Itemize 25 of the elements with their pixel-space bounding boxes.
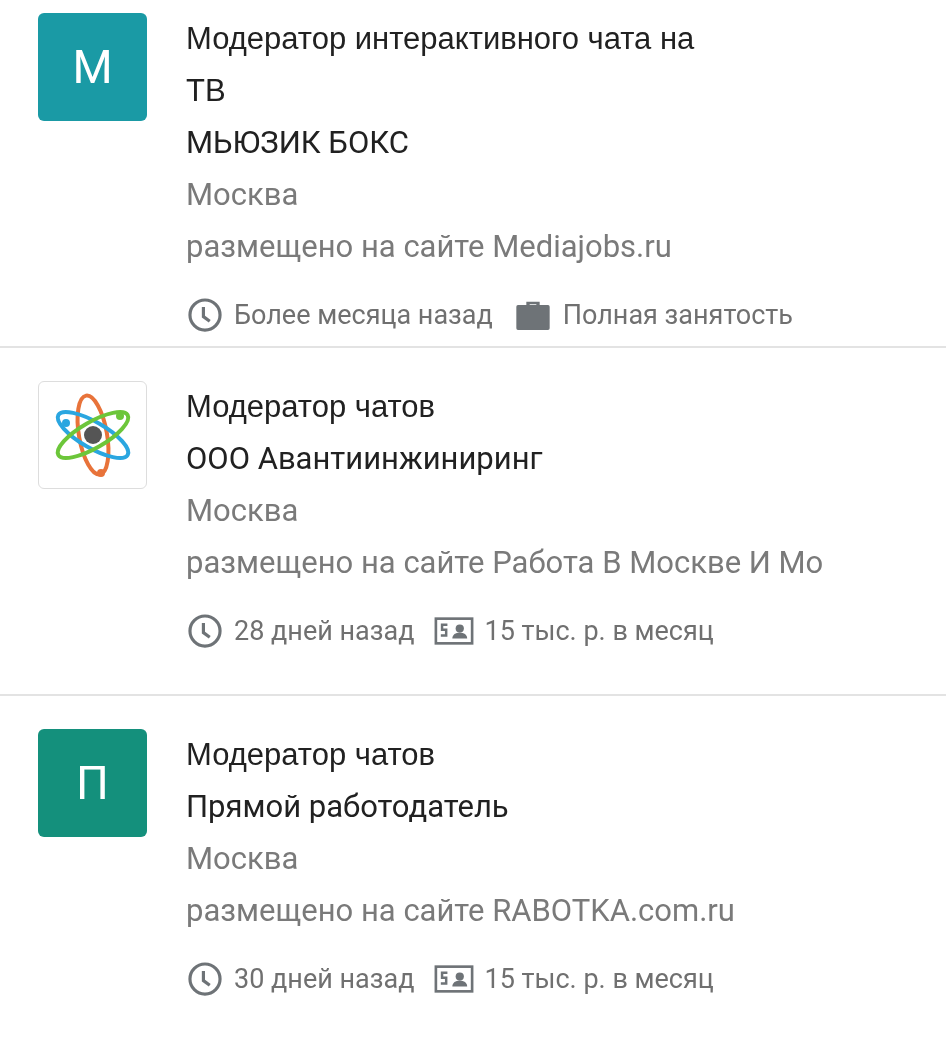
- job-meta-text: Более месяца назад: [234, 298, 493, 333]
- company-name: ООО Авантиинжиниринг: [186, 439, 544, 479]
- job-city: Москва: [186, 491, 300, 531]
- job-meta-text: 15 тыс. р. в месяц: [484, 614, 714, 649]
- job-title[interactable]: Модератор чатов: [186, 729, 696, 781]
- job-title[interactable]: Модератор чатов: [186, 381, 696, 433]
- job-city: Москва: [186, 175, 300, 215]
- job-title[interactable]: Модератор интерактивного чата на ТВ: [186, 13, 696, 117]
- company-name: МЬЮЗИК БОКС: [186, 123, 410, 163]
- clock-icon: [186, 296, 224, 335]
- job-meta-text: 15 тыс. р. в месяц: [484, 962, 714, 997]
- job-source: размещено на сайте Работа В Москве И Мо: [186, 543, 824, 583]
- job-meta-text: 30 дней назад: [234, 962, 415, 997]
- job-meta-text: Полная занятость: [562, 298, 793, 333]
- id-card-icon: [434, 617, 475, 646]
- company-logo: М: [38, 13, 147, 121]
- job-source: размещено на сайте RABOTKA.com.ru: [186, 891, 735, 931]
- clock-icon: [186, 960, 224, 999]
- job-source: размещено на сайте Mediajobs.ru: [186, 227, 673, 267]
- job-city: Москва: [186, 839, 300, 879]
- company-logo: П: [38, 729, 147, 837]
- id-card-icon: [434, 965, 475, 994]
- clock-icon: [186, 612, 224, 651]
- job-meta-text: 28 дней назад: [234, 614, 415, 649]
- company-name: Прямой работодатель: [186, 787, 510, 827]
